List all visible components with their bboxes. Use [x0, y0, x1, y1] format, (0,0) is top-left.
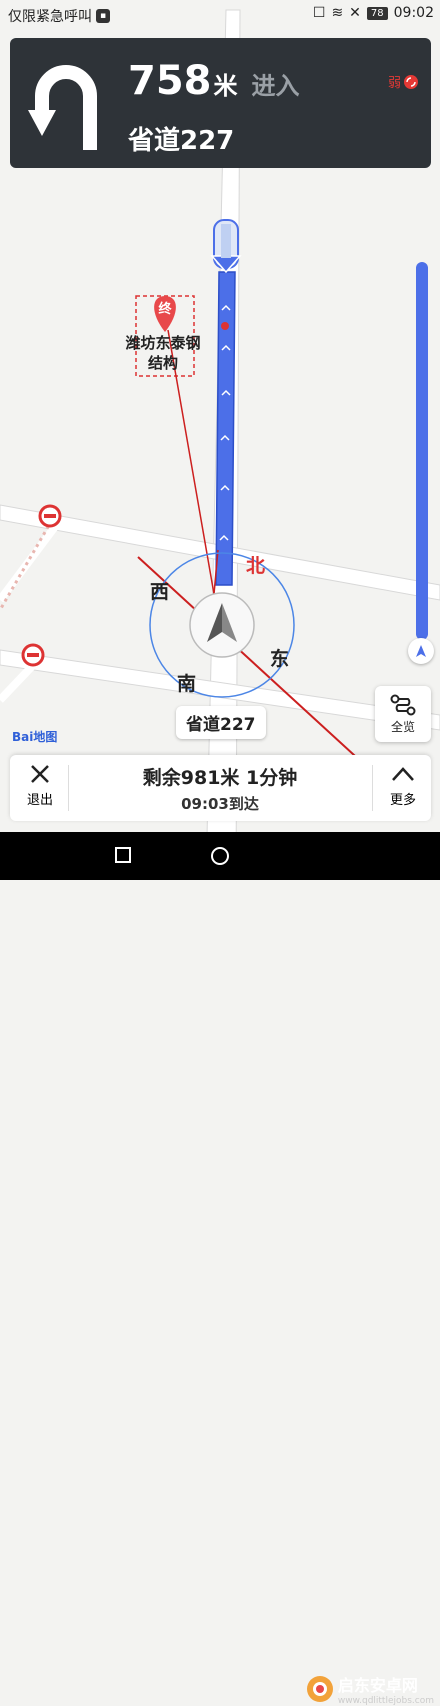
- remaining-info: 剩余981米 1分钟: [142, 767, 298, 789]
- destination-name-line1: 潍坊东泰钢: [125, 334, 201, 352]
- satellite-icon: [404, 74, 418, 89]
- system-navigation-bar: 启东安卓网 www.qdlittlejobs.com: [0, 832, 440, 1706]
- guidance-distance: 758: [128, 58, 212, 104]
- destination-label[interactable]: 潍坊东泰钢 结构: [118, 333, 208, 373]
- battery-icon: 78: [366, 6, 388, 20]
- compass-east-label: 东: [270, 648, 290, 670]
- destination-marker-text: 终: [158, 301, 172, 317]
- guidance-action: 进入: [251, 72, 300, 100]
- navigation-arrow-icon: [416, 645, 426, 657]
- route-progress-track: [416, 262, 428, 640]
- recents-icon[interactable]: [114, 846, 132, 864]
- gps-signal-indicator: 弱: [388, 72, 419, 91]
- guidance-distance-unit: 米: [213, 72, 238, 100]
- exit-button[interactable]: 退出: [18, 763, 62, 808]
- guidance-panel[interactable]: 758 米 进入 省道227 弱: [10, 38, 431, 168]
- no-entry-icon: [21, 643, 45, 667]
- compass-west-label: 西: [150, 581, 170, 603]
- overview-label: 全览: [390, 720, 415, 734]
- status-left-text: 仅限紧急呼叫: [8, 9, 92, 25]
- direction-arrow-icon: [210, 219, 242, 274]
- no-entry-icon: [38, 504, 62, 528]
- route-progress-bar: [412, 262, 430, 640]
- current-road-label: 省道227: [176, 706, 266, 739]
- more-button[interactable]: 更多: [381, 763, 425, 808]
- mute-icon: ✕: [349, 5, 361, 21]
- locate-button[interactable]: [408, 638, 434, 664]
- route-overview-icon: [390, 694, 416, 716]
- destination-name-line2: 结构: [147, 354, 178, 372]
- overview-button[interactable]: 全览: [375, 686, 431, 742]
- status-bar: 仅限紧急呼叫 ▪ ☐ ≋ ✕ 78 09:02: [0, 0, 440, 30]
- more-label: 更多: [389, 793, 416, 808]
- watermark-url: www.qdlittlejobs.com: [337, 1696, 434, 1706]
- signal-label: 弱: [387, 76, 401, 91]
- route-point: [221, 322, 229, 330]
- eta-info: 09:03到达: [181, 795, 259, 813]
- watermark-logo-icon: [306, 1676, 333, 1702]
- wifi-icon: ≋: [331, 5, 344, 21]
- compass-north-label: 北: [246, 555, 266, 577]
- watermark: 启东安卓网 www.qdlittlejobs.com: [306, 1672, 434, 1706]
- status-time: 09:02: [393, 5, 434, 21]
- exit-label: 退出: [26, 793, 53, 808]
- navigation-bottom-bar: 退出 剩余981米 1分钟 09:03到达 更多: [10, 755, 431, 821]
- divider: [68, 765, 69, 811]
- close-icon: [31, 765, 49, 783]
- compass-south-label: 南: [177, 673, 197, 695]
- notification-icon: ▪: [96, 9, 110, 23]
- baidu-logo: Bai地图: [12, 730, 58, 744]
- watermark-title: 启东安卓网: [337, 1676, 418, 1695]
- guidance-road: 省道227: [128, 126, 235, 156]
- home-icon[interactable]: [210, 846, 230, 866]
- divider: [372, 765, 373, 811]
- u-turn-icon: [28, 65, 97, 150]
- chevron-up-icon: [392, 767, 414, 781]
- nfc-icon: ☐: [312, 5, 326, 21]
